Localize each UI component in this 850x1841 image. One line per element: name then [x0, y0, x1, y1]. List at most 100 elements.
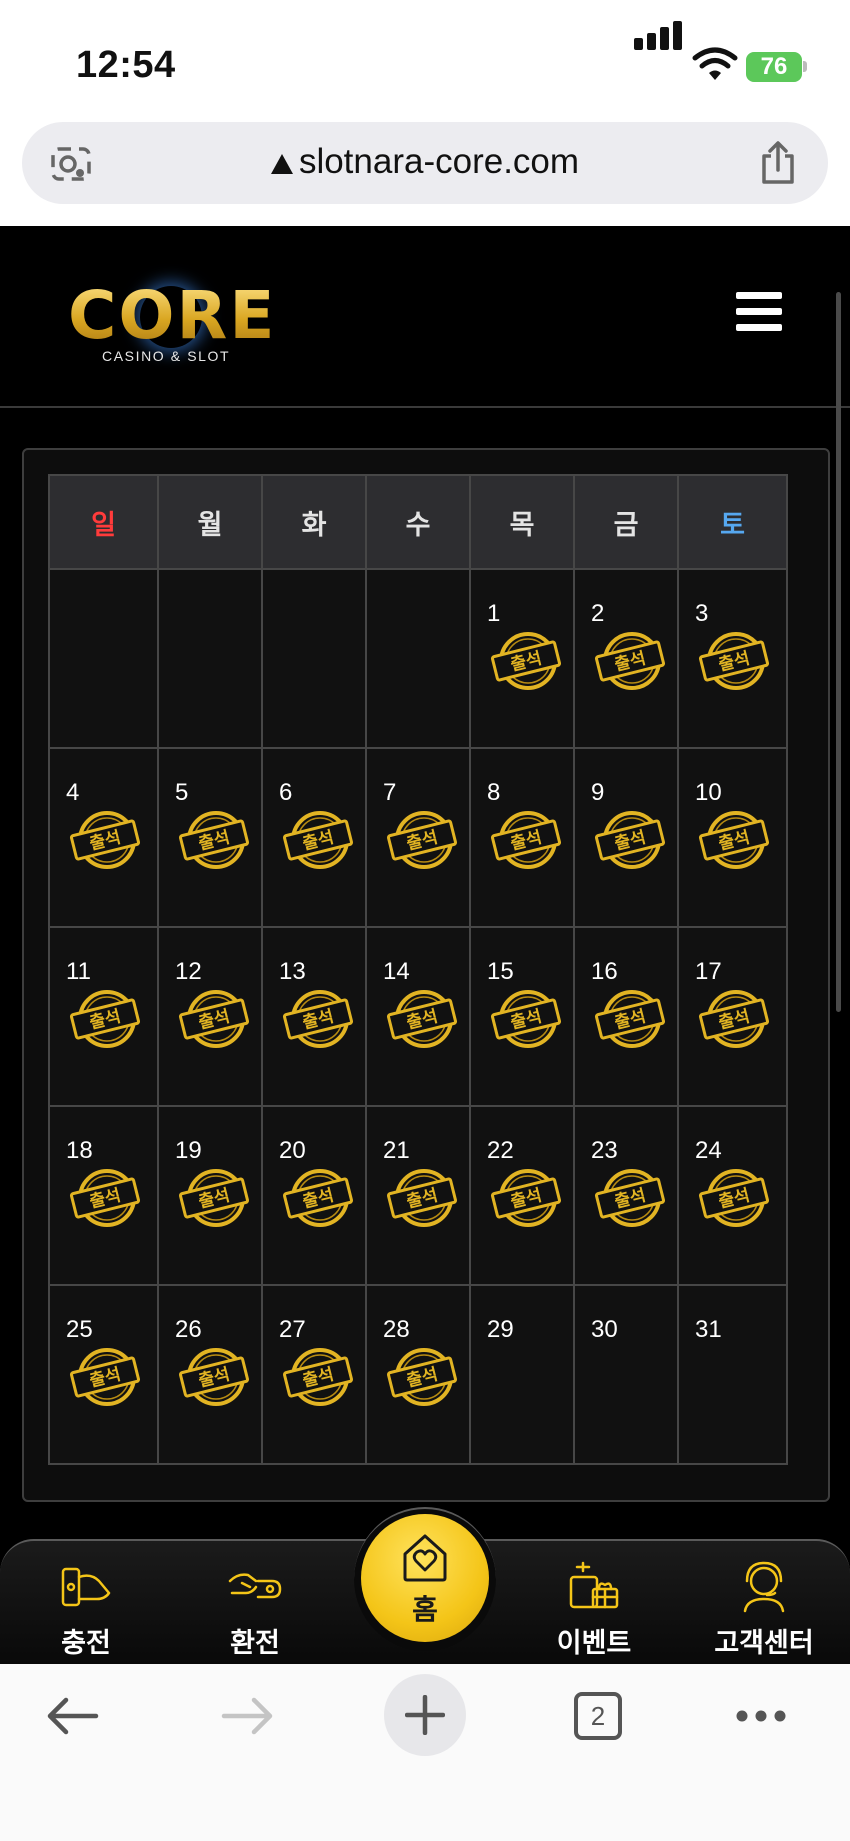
day-number: 17 — [695, 958, 722, 985]
nav-home[interactable]: 홈 — [361, 1514, 489, 1642]
calendar-day-cell[interactable]: 20 출석 — [261, 1105, 367, 1286]
calendar-day-cell[interactable]: 3 출석 — [677, 568, 788, 749]
day-number: 31 — [695, 1316, 722, 1343]
calendar-day-cell[interactable]: 28 출석 — [365, 1284, 471, 1465]
more-options-icon[interactable] — [734, 1708, 788, 1724]
calendar-day-cell[interactable]: 10 출석 — [677, 747, 788, 928]
attendance-stamp-icon: 출석 — [69, 1169, 141, 1227]
day-number: 20 — [279, 1137, 306, 1164]
calendar-week-row: 4 출석 5 출석 6 출석 7 출석 8 출석 9 출석 10 출석 — [48, 747, 788, 928]
calendar-day-cell[interactable]: 27 출석 — [261, 1284, 367, 1465]
calendar-day-cell[interactable]: 23 출석 — [573, 1105, 679, 1286]
calendar-day-cell[interactable]: 4 출석 — [48, 747, 159, 928]
attendance-stamp-icon: 출석 — [386, 1348, 458, 1406]
weekday-fri: 금 — [573, 474, 679, 570]
logo-subtitle: CASINO & SLOT — [102, 348, 231, 364]
calendar-day-cell[interactable]: 9 출석 — [573, 747, 679, 928]
day-number: 2 — [591, 600, 605, 627]
day-number: 6 — [279, 779, 293, 806]
attendance-stamp-icon: 출석 — [490, 632, 562, 690]
new-tab-button[interactable] — [384, 1674, 466, 1756]
attendance-stamp-icon: 출석 — [698, 990, 770, 1048]
nav-event[interactable]: 이벤트 — [534, 1559, 654, 1660]
attendance-stamp-icon: 출석 — [69, 1348, 141, 1406]
calendar-day-cell[interactable]: 16 출석 — [573, 926, 679, 1107]
calendar-empty-cell — [48, 568, 159, 749]
calendar-day-cell[interactable]: 26 출석 — [157, 1284, 263, 1465]
attendance-stamp-icon: 출석 — [386, 1169, 458, 1227]
day-number: 7 — [383, 779, 397, 806]
calendar-day-cell[interactable]: 2 출석 — [573, 568, 679, 749]
day-number: 5 — [175, 779, 189, 806]
weekday-sat: 토 — [677, 474, 788, 570]
day-number: 21 — [383, 1137, 410, 1164]
calendar-day-cell[interactable]: 1 출석 — [469, 568, 575, 749]
weekday-tue: 화 — [261, 474, 367, 570]
calendar-day-cell[interactable]: 13 출석 — [261, 926, 367, 1107]
attendance-stamp-icon: 출석 — [698, 632, 770, 690]
nav-deposit-label: 충전 — [61, 1628, 111, 1658]
day-number: 18 — [66, 1137, 93, 1164]
nav-withdraw[interactable]: 환전 — [195, 1559, 315, 1660]
calendar-week-row: 18 출석 19 출석 20 출석 21 출석 22 출석 23 출석 24 출… — [48, 1105, 788, 1286]
hamburger-menu-icon[interactable] — [736, 292, 782, 332]
calendar-day-cell[interactable]: 24 출석 — [677, 1105, 788, 1286]
url-text[interactable]: slotnara-core.com — [299, 142, 579, 181]
attendance-stamp-icon: 출석 — [178, 1348, 250, 1406]
calendar-day-cell[interactable]: 22 출석 — [469, 1105, 575, 1286]
weekday-mon: 월 — [157, 474, 263, 570]
page-scrollbar[interactable] — [836, 292, 841, 1012]
withdraw-hand-icon — [228, 1573, 282, 1599]
bottom-nav: 충전 환전 홈 이벤트 고객센터 — [0, 1507, 850, 1691]
address-bar[interactable]: slotnara-core.com — [22, 122, 828, 204]
not-secure-warning-icon — [270, 154, 293, 174]
calendar-day-cell[interactable]: 5 출석 — [157, 747, 263, 928]
attendance-stamp-icon: 출석 — [594, 1169, 666, 1227]
calendar-day-cell[interactable]: 25 출석 — [48, 1284, 159, 1465]
forward-arrow-icon[interactable] — [220, 1694, 276, 1738]
calendar-week-row: 11 출석 12 출석 13 출석 14 출석 15 출석 16 출석 17 출… — [48, 926, 788, 1107]
core-logo[interactable]: CORE CASINO & SLOT — [68, 278, 278, 365]
calendar-day-cell[interactable]: 15 출석 — [469, 926, 575, 1107]
calendar-day-cell[interactable]: 18 출석 — [48, 1105, 159, 1286]
calendar-empty-cell — [157, 568, 263, 749]
calendar-day-cell[interactable]: 30 — [573, 1284, 679, 1465]
calendar-day-cell[interactable]: 6 출석 — [261, 747, 367, 928]
calendar-day-cell[interactable]: 21 출석 — [365, 1105, 471, 1286]
calendar-day-cell[interactable]: 7 출석 — [365, 747, 471, 928]
calendar-day-cell[interactable]: 12 출석 — [157, 926, 263, 1107]
nav-home-label: 홈 — [412, 1594, 438, 1625]
calendar-day-cell[interactable]: 31 — [677, 1284, 788, 1465]
nav-deposit[interactable]: 충전 — [26, 1559, 146, 1660]
day-number: 1 — [487, 600, 501, 627]
day-number: 23 — [591, 1137, 618, 1164]
calendar-day-cell[interactable]: 11 출석 — [48, 926, 159, 1107]
calendar-empty-cell — [365, 568, 471, 749]
attendance-stamp-icon: 출석 — [69, 811, 141, 869]
weekday-wed: 수 — [365, 474, 471, 570]
gift-event-icon — [569, 1561, 619, 1609]
support-headset-icon — [743, 1561, 785, 1613]
status-time: 12:54 — [76, 44, 176, 86]
tab-switcher-button[interactable]: 2 — [574, 1692, 622, 1740]
site-content: CORE CASINO & SLOT 일 월 화 수 목 금 토 1 출석 2 … — [0, 226, 850, 1664]
day-number: 4 — [66, 779, 80, 806]
calendar-day-cell[interactable]: 29 — [469, 1284, 575, 1465]
attendance-stamp-icon: 출석 — [698, 811, 770, 869]
attendance-stamp-icon: 출석 — [282, 811, 354, 869]
day-number: 24 — [695, 1137, 722, 1164]
calendar-day-cell[interactable]: 14 출석 — [365, 926, 471, 1107]
nav-support[interactable]: 고객센터 — [704, 1559, 824, 1660]
back-arrow-icon[interactable] — [44, 1694, 100, 1738]
day-number: 29 — [487, 1316, 514, 1343]
url-text-wrap[interactable]: slotnara-core.com — [22, 142, 828, 182]
attendance-stamp-icon: 출석 — [282, 990, 354, 1048]
day-number: 28 — [383, 1316, 410, 1343]
calendar-day-cell[interactable]: 8 출석 — [469, 747, 575, 928]
attendance-stamp-icon: 출석 — [386, 990, 458, 1048]
calendar-day-cell[interactable]: 19 출석 — [157, 1105, 263, 1286]
attendance-stamp-icon: 출석 — [178, 811, 250, 869]
share-icon[interactable] — [758, 140, 798, 186]
attendance-stamp-icon: 출석 — [178, 1169, 250, 1227]
calendar-day-cell[interactable]: 17 출석 — [677, 926, 788, 1107]
